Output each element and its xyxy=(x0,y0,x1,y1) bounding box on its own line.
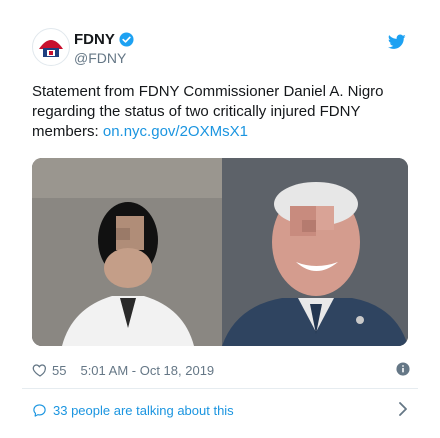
like-count[interactable]: 55 xyxy=(52,363,66,378)
tweet-timestamp[interactable]: 5:01 AM - Oct 18, 2019 xyxy=(80,363,214,378)
left-portrait-image xyxy=(32,158,222,346)
divider xyxy=(22,388,418,389)
photo-right-person xyxy=(222,158,408,346)
tweet-card: FDNY @FDNY Statement from FDNY Commissio… xyxy=(0,0,440,438)
right-portrait-image xyxy=(222,158,408,346)
tweet-header: FDNY @FDNY xyxy=(32,28,412,68)
fdny-logo-avatar[interactable] xyxy=(32,28,70,66)
tweet-link[interactable]: on.nyc.gov/2OXMsX1 xyxy=(103,123,248,140)
chevron-right-icon[interactable] xyxy=(398,402,408,416)
twitter-bird-icon[interactable] xyxy=(388,34,406,50)
tweet-photo[interactable] xyxy=(32,158,408,346)
account-handle[interactable]: @FDNY xyxy=(74,50,126,66)
heart-icon[interactable] xyxy=(32,362,48,378)
photo-left-person xyxy=(32,158,222,346)
verified-badge-icon xyxy=(119,32,134,47)
speech-bubble-icon xyxy=(33,403,46,417)
account-name[interactable]: FDNY xyxy=(74,31,115,48)
conversation-link[interactable]: 33 people are talking about this xyxy=(32,400,412,420)
info-icon[interactable] xyxy=(396,362,410,376)
tweet-text: Statement from FDNY Commissioner Daniel … xyxy=(32,82,412,142)
conversation-label[interactable]: 33 people are talking about this xyxy=(53,403,234,418)
tweet-meta: 55 5:01 AM - Oct 18, 2019 xyxy=(32,360,412,380)
fdny-emblem-icon xyxy=(34,30,68,64)
account-name-row[interactable]: FDNY xyxy=(74,31,134,48)
